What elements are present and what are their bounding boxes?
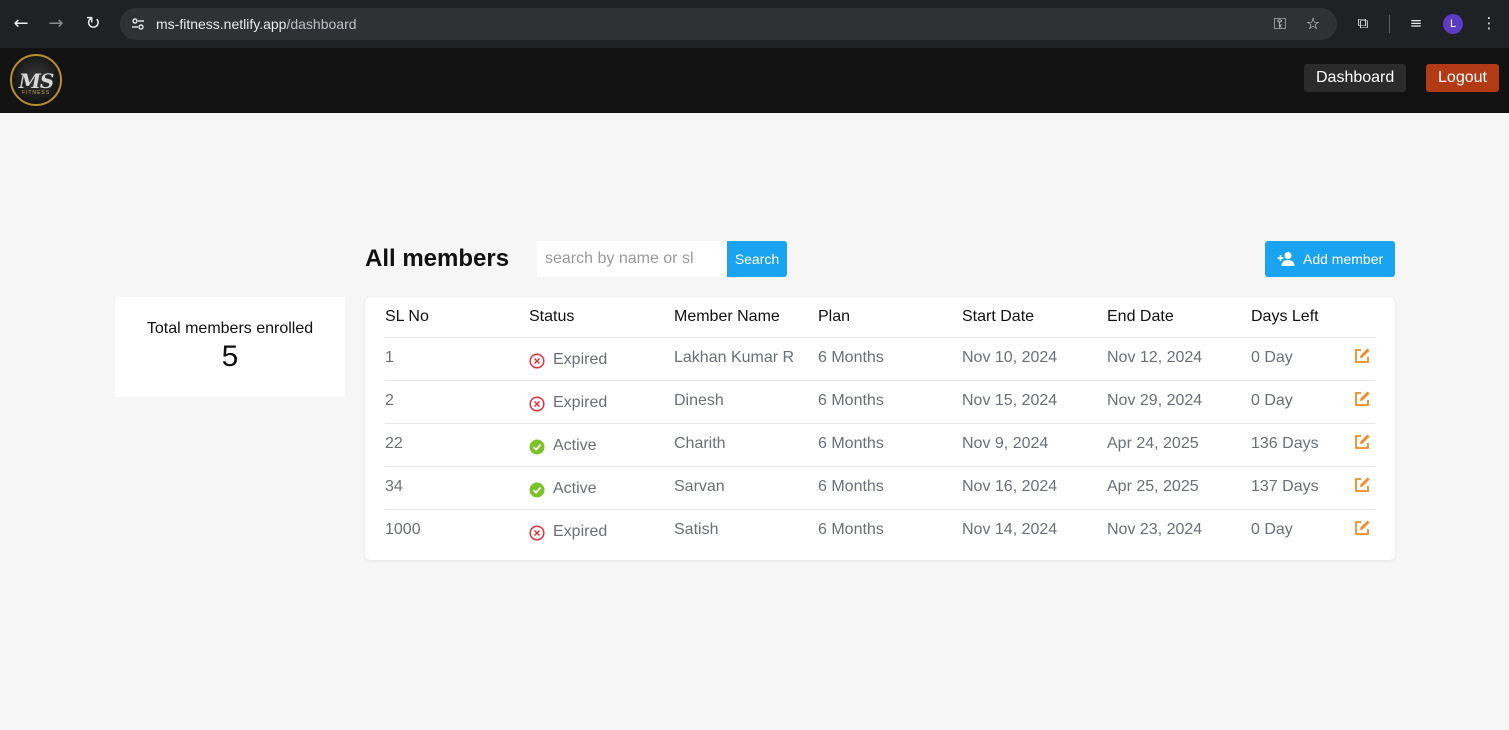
total-members-card: Total members enrolled 5	[115, 297, 345, 397]
cell-start-date: Nov 10, 2024	[962, 349, 1058, 366]
column-header-days-left: Days Left	[1251, 308, 1319, 325]
address-bar[interactable]: ms-fitness.netlify.app/dashboard ⚿ ☆	[120, 8, 1337, 40]
column-header-plan: Plan	[818, 308, 851, 325]
cell-days-left: 136 Days	[1251, 435, 1319, 452]
column-header-start-date: Start Date	[962, 308, 1035, 325]
site-info-icon[interactable]	[130, 16, 146, 32]
cell-end-date: Apr 25, 2025	[1107, 478, 1199, 495]
search-input[interactable]	[537, 241, 727, 277]
cell-member-name: Sarvan	[674, 478, 725, 495]
toolbar-divider	[1389, 15, 1390, 33]
edit-icon[interactable]	[1353, 347, 1371, 365]
cell-start-date: Nov 9, 2024	[962, 435, 1049, 452]
cell-start-date: Nov 16, 2024	[962, 478, 1058, 495]
active-check-icon	[529, 439, 545, 455]
cell-sl-no: 1000	[385, 521, 421, 538]
cell-sl-no: 2	[385, 392, 394, 409]
cell-days-left: 0 Day	[1251, 392, 1293, 409]
cell-member-name: Lakhan Kumar R	[674, 349, 795, 366]
expired-icon	[529, 525, 545, 541]
column-header-end-date: End Date	[1107, 308, 1174, 325]
url-host: ms-fitness.netlify.app	[156, 16, 287, 32]
cell-days-left: 0 Day	[1251, 521, 1293, 538]
logo-subtext: FITNESS	[21, 90, 51, 96]
extensions-icon[interactable]: ⧉	[1352, 12, 1374, 34]
cell-end-date: Nov 23, 2024	[1107, 521, 1203, 538]
expired-icon	[529, 353, 545, 369]
menu-kebab-icon[interactable]: ⋮	[1478, 12, 1500, 34]
cell-days-left: 0 Day	[1251, 349, 1293, 366]
cell-sl-no: 22	[385, 435, 403, 452]
password-key-icon[interactable]: ⚿	[1270, 14, 1290, 34]
edit-icon[interactable]	[1353, 390, 1371, 408]
table-row: 22 Active Charith 6 Months Nov 9, 2024 A…	[385, 423, 1375, 466]
logout-button[interactable]: Logout	[1426, 64, 1499, 92]
app-header: MS FITNESS Dashboard Logout	[0, 48, 1509, 113]
cell-start-date: Nov 14, 2024	[962, 521, 1058, 538]
table-row: 1 Expired Lakhan Kumar R 6 Months Nov 10…	[385, 337, 1375, 380]
cell-end-date: Nov 29, 2024	[1107, 392, 1203, 409]
back-icon[interactable]: ←	[9, 12, 33, 36]
profile-avatar[interactable]: L	[1443, 14, 1463, 34]
forward-icon[interactable]: →	[44, 12, 68, 36]
reload-icon[interactable]: ↻	[81, 12, 105, 36]
cell-plan: 6 Months	[818, 521, 884, 538]
search-button[interactable]: Search	[727, 241, 787, 277]
members-table: SL No Status Member Name Plan Start Date…	[365, 297, 1395, 560]
cell-end-date: Nov 12, 2024	[1107, 349, 1203, 366]
total-members-value: 5	[221, 340, 239, 373]
edit-icon[interactable]	[1353, 476, 1371, 494]
add-member-label: Add member	[1303, 251, 1384, 267]
cell-status: Active	[553, 437, 597, 454]
cell-member-name: Satish	[674, 521, 719, 538]
total-members-label: Total members enrolled	[146, 320, 314, 337]
url-text: ms-fitness.netlify.app/dashboard	[156, 16, 357, 32]
column-header-status: Status	[529, 308, 575, 325]
media-queue-icon[interactable]: ≡	[1405, 12, 1427, 34]
bookmark-star-icon[interactable]: ☆	[1303, 14, 1323, 34]
cell-status: Expired	[553, 523, 608, 540]
column-header-sl-no: SL No	[385, 308, 429, 325]
active-check-icon	[529, 482, 545, 498]
table-row: 1000 Expired Satish 6 Months Nov 14, 202…	[385, 509, 1375, 552]
expired-icon	[529, 396, 545, 412]
add-user-icon	[1277, 252, 1295, 266]
cell-sl-no: 1	[385, 349, 394, 366]
cell-days-left: 137 Days	[1251, 478, 1319, 495]
cell-end-date: Apr 24, 2025	[1107, 435, 1199, 452]
page-title: All members	[365, 245, 510, 272]
cell-plan: 6 Months	[818, 435, 884, 452]
table-row: 34 Active Sarvan 6 Months Nov 16, 2024 A…	[385, 466, 1375, 509]
cell-start-date: Nov 15, 2024	[962, 392, 1058, 409]
cell-plan: 6 Months	[818, 392, 884, 409]
edit-icon[interactable]	[1353, 519, 1371, 537]
edit-icon[interactable]	[1353, 433, 1371, 451]
logo[interactable]: MS FITNESS	[10, 54, 62, 106]
table-row: 2 Expired Dinesh 6 Months Nov 15, 2024 N…	[385, 380, 1375, 423]
add-member-button[interactable]: Add member	[1265, 241, 1395, 277]
browser-toolbar: ← → ↻ ms-fitness.netlify.app/dashboard ⚿…	[0, 0, 1509, 48]
cell-status: Expired	[553, 394, 608, 411]
cell-sl-no: 34	[385, 478, 403, 495]
cell-plan: 6 Months	[818, 478, 884, 495]
url-path: /dashboard	[286, 16, 357, 32]
dashboard-button[interactable]: Dashboard	[1304, 64, 1406, 92]
cell-plan: 6 Months	[818, 349, 884, 366]
column-header-member-name: Member Name	[674, 308, 780, 325]
cell-status: Expired	[553, 351, 608, 368]
cell-member-name: Dinesh	[674, 392, 724, 409]
cell-status: Active	[553, 480, 597, 497]
cell-member-name: Charith	[674, 435, 726, 452]
